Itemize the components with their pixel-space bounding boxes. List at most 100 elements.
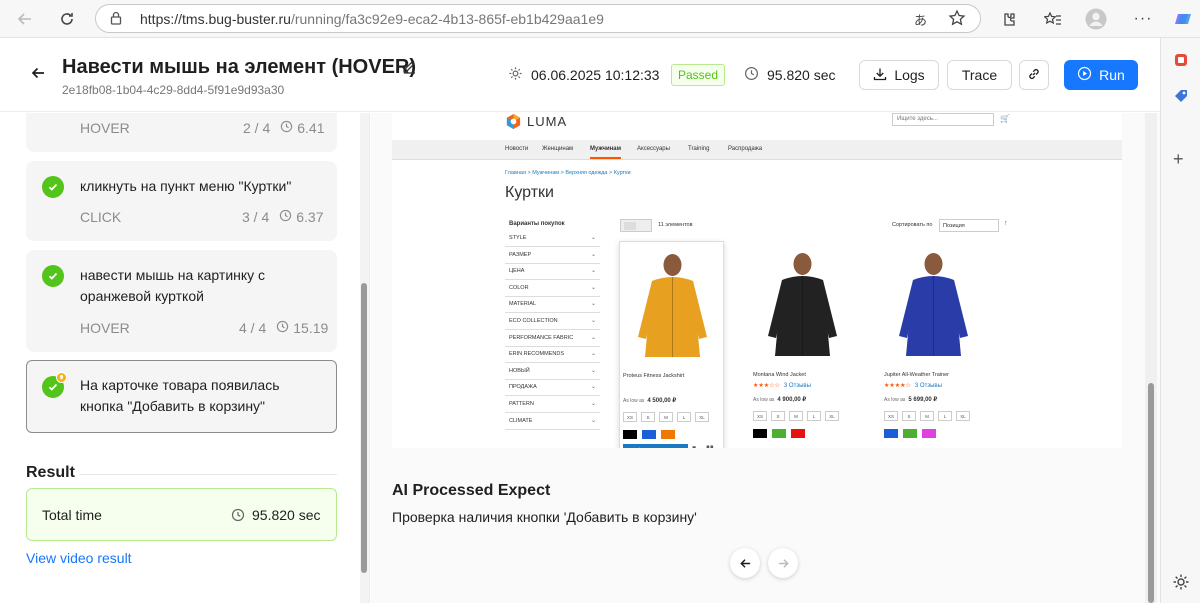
luma-product-name: Proteus Fitness Jackshirt (623, 373, 685, 379)
luma-filter-item: STYLE ⌄ (505, 231, 600, 247)
ai-expect-text: Проверка наличия кнопки 'Добавить в корз… (392, 509, 697, 525)
expect-card[interactable]: На карточке товара появилась кнопка "Доб… (26, 360, 337, 433)
extensions-icon[interactable] (996, 6, 1022, 32)
steps-panel: HOVER 2 / 4 6.41 кликнуть на пункт меню … (0, 113, 370, 603)
profile-avatar-icon[interactable] (1083, 6, 1109, 32)
luma-size-swatch: S (902, 411, 916, 421)
copy-link-button[interactable] (1019, 60, 1049, 90)
next-screenshot-button[interactable] (768, 548, 798, 578)
luma-product-name: Montana Wind Jacket (753, 372, 806, 378)
luma-product-rating: ★★★☆☆ 3 Отзывы (753, 382, 811, 389)
step-text-line1: навести мышь на картинку с (80, 267, 266, 283)
luma-product-image (899, 253, 968, 356)
link-icon (1027, 67, 1041, 84)
luma-filter-label: PERFORMANCE FABRIC (509, 334, 574, 341)
run-button[interactable]: Run (1064, 60, 1138, 90)
ai-expect-title: AI Processed Expect (392, 482, 551, 499)
sort-direction-icon: ↑ (1004, 220, 1008, 227)
luma-size-swatch: L (938, 411, 952, 421)
star-rating-icon: ★★★☆☆ (753, 383, 780, 389)
sidebar-tag-icon[interactable] (1173, 88, 1189, 109)
step-card[interactable]: навести мышь на картинку с оранжевой кур… (26, 250, 337, 352)
luma-search: Ищите здесь... (892, 113, 994, 126)
luma-category-title: Куртки (505, 184, 554, 201)
prev-screenshot-button[interactable] (730, 548, 760, 578)
run-header: Навести мышь на элемент (HOVER) 2e18fb08… (0, 38, 1160, 112)
luma-product-name: Jupiter All-Weather Trainer (884, 372, 950, 378)
chevron-down-icon: ⌄ (590, 268, 596, 275)
luma-filter-item: CLIMATE ⌄ (505, 414, 600, 430)
luma-nav-item: Аксессуары (637, 146, 670, 152)
luma-product-image (638, 254, 707, 357)
step-card[interactable]: HOVER 2 / 4 6.41 (26, 113, 337, 152)
play-circle-icon (1077, 66, 1092, 84)
address-bar[interactable]: https://tms.bug-buster.ru/running/fa3c92… (95, 4, 981, 33)
luma-filter-item: ЦЕНА ⌄ (505, 264, 600, 281)
logs-button[interactable]: Logs (859, 60, 939, 90)
step-progress: 3 / 4 6.37 (242, 209, 324, 225)
luma-color-swatch (642, 430, 656, 439)
left-scrollbar-thumb[interactable] (361, 283, 367, 573)
luma-color-swatch (884, 429, 898, 438)
step-action: HOVER (80, 320, 130, 336)
expect-text-line2: кнопка "Добавить в корзину" (80, 398, 266, 414)
read-aloud-icon[interactable]: あ (914, 10, 927, 29)
luma-size-swatch: S (771, 411, 785, 421)
luma-color-options (623, 430, 675, 439)
luma-color-swatch (623, 430, 637, 439)
browser-refresh-icon[interactable] (54, 6, 80, 32)
chevron-down-icon: ⌄ (590, 417, 596, 424)
luma-color-swatch (903, 429, 917, 438)
luma-sort-label: Сортировать по (892, 222, 933, 228)
luma-filter-item: ПРОДАЖА ⌄ (505, 380, 600, 397)
check-circle-icon (42, 265, 64, 287)
luma-nav-item: Training (688, 146, 710, 152)
browser-back-icon[interactable] (12, 6, 38, 32)
luma-color-swatch (772, 429, 786, 438)
view-video-link[interactable]: View video result (26, 550, 132, 566)
luma-size-swatch: M (920, 411, 934, 421)
sidebar-add-icon[interactable]: + (1173, 149, 1184, 170)
step-text: кликнуть на пункт меню "Куртки" (80, 178, 292, 194)
luma-filter-label: ECO COLLECTION (509, 318, 558, 324)
luma-nav: Новости Женщинам Мужчинам Аксессуары Tra… (392, 140, 1122, 160)
right-scrollbar-thumb[interactable] (1148, 383, 1154, 603)
price-prefix: As low as (884, 397, 906, 403)
clock-icon (280, 120, 293, 136)
luma-size-swatch: S (641, 412, 655, 422)
pencil-icon[interactable] (402, 59, 417, 79)
chevron-down-icon: ⌄ (590, 235, 596, 241)
luma-size-options: XS S M L XL (884, 411, 970, 421)
lightbulb-icon (56, 372, 67, 383)
favorites-icon[interactable] (1040, 6, 1066, 32)
total-time-label: Total time (42, 507, 102, 523)
back-arrow-icon[interactable] (30, 65, 46, 86)
luma-filter-label: ERIN RECOMMENDS (509, 351, 565, 358)
luma-size-swatch: M (789, 411, 803, 421)
sidebar-settings-icon[interactable] (1172, 573, 1190, 596)
luma-product-image (768, 253, 837, 356)
step-card[interactable]: кликнуть на пункт меню "Куртки" CLICK 3 … (26, 161, 337, 241)
luma-filter-label: РАЗМЕР (509, 251, 532, 258)
luma-product-rating: ★★★★☆ 3 Отзывы (884, 382, 942, 389)
more-menu-icon[interactable]: ··· (1130, 6, 1156, 32)
chevron-down-icon: ⌄ (590, 334, 596, 341)
trace-button[interactable]: Trace (947, 60, 1012, 90)
step-text-line2: оранжевой курткой (80, 288, 204, 304)
page-title: Навести мышь на элемент (HOVER) (62, 56, 417, 78)
luma-filter-label: ПРОДАЖА (509, 384, 537, 391)
luma-size-swatch: L (677, 412, 691, 422)
luma-filter-item: PATTERN ⌄ (505, 397, 600, 413)
chevron-down-icon: ⌄ (590, 251, 596, 258)
chevron-down-icon: ⌄ (590, 284, 596, 291)
luma-filter-item: ERIN RECOMMENDS ⌄ (505, 347, 600, 364)
luma-size-swatch: XL (695, 412, 709, 422)
favorite-star-icon[interactable] (948, 9, 966, 32)
sidebar-app-icon-red[interactable] (1173, 52, 1189, 73)
chevron-down-icon: ⌄ (590, 384, 596, 391)
expect-text-line1: На карточке товара появилась (80, 377, 280, 393)
copilot-icon[interactable] (1170, 6, 1196, 32)
cart-icon: 🛒 (1000, 114, 1010, 123)
result-title: Result (26, 464, 75, 481)
luma-color-swatch (791, 429, 805, 438)
